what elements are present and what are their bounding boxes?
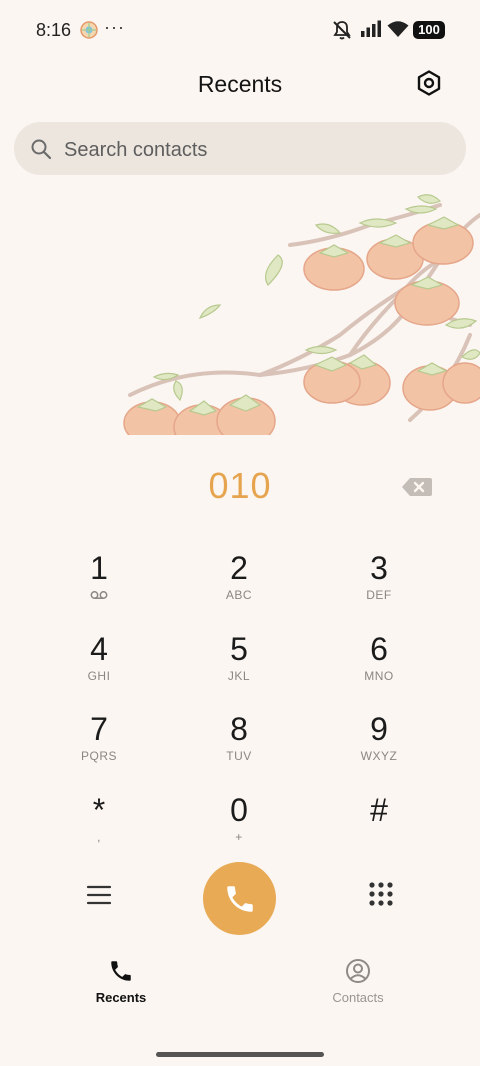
key-7[interactable]: 7 PQRS (34, 707, 164, 781)
page-title: Recents (197, 71, 283, 97)
key-letters: JKL (227, 669, 251, 683)
search-icon (30, 138, 52, 160)
wifi-icon (387, 20, 409, 38)
person-icon (346, 959, 370, 983)
menu-button[interactable] (80, 876, 118, 914)
phone-icon (111, 961, 131, 981)
voicemail-icon (90, 591, 108, 599)
key-letters: MNO (364, 669, 394, 683)
key-8[interactable]: 8 TUV (174, 707, 304, 781)
tab-label: Contacts (332, 990, 384, 1005)
settings-button[interactable] (412, 66, 446, 100)
tab-recents[interactable]: Recents (51, 958, 191, 1018)
key-letters: , (97, 830, 101, 844)
key-letters: WXYZ (360, 749, 398, 763)
key-9[interactable]: 9 WXYZ (314, 707, 444, 781)
home-indicator[interactable] (156, 1052, 324, 1057)
persimmon-branch-illustration (110, 185, 480, 450)
key-digit: # (370, 792, 388, 828)
key-digit: 0 (230, 792, 248, 828)
signal-icon (360, 20, 382, 38)
key-letters: ABC (225, 588, 253, 602)
key-5[interactable]: 5 JKL (174, 627, 304, 701)
dialpad-toggle-button[interactable] (362, 876, 400, 914)
key-1[interactable]: 1 (34, 546, 164, 620)
key-digit: 9 (370, 711, 388, 747)
settings-icon (417, 70, 441, 96)
key-3[interactable]: 3 DEF (314, 546, 444, 620)
call-button[interactable] (203, 862, 276, 935)
key-2[interactable]: 2 ABC (174, 546, 304, 620)
key-digit: 8 (230, 711, 248, 747)
tab-contacts[interactable]: Contacts (288, 958, 428, 1018)
key-hash[interactable]: # (314, 788, 444, 862)
key-digit: 2 (230, 550, 248, 586)
key-star[interactable]: * , (34, 788, 164, 862)
key-digit: 7 (90, 711, 108, 747)
status-time: 8:16 (36, 20, 72, 40)
tab-label: Recents (95, 990, 147, 1005)
menu-icon (86, 885, 112, 905)
key-letters: TUV (226, 749, 252, 763)
app-notification-icon (80, 21, 98, 39)
backspace-icon (402, 478, 432, 496)
key-letters: GHI (87, 669, 111, 683)
key-digit: 4 (90, 631, 108, 667)
more-notifications-icon: ··· (104, 17, 125, 37)
key-digit: * (92, 792, 106, 828)
key-6[interactable]: 6 MNO (314, 627, 444, 701)
key-digit: 5 (230, 631, 248, 667)
key-letters: + (235, 830, 243, 844)
battery-indicator: 100 (413, 21, 445, 39)
backspace-button[interactable] (400, 474, 434, 500)
key-letters: DEF (366, 588, 392, 602)
key-0[interactable]: 0 + (174, 788, 304, 862)
key-digit: 3 (370, 550, 388, 586)
phone-icon (226, 885, 253, 912)
key-4[interactable]: 4 GHI (34, 627, 164, 701)
search-input[interactable] (62, 134, 446, 166)
dialpad-icon (369, 882, 393, 906)
key-letters: PQRS (80, 749, 117, 763)
key-digit: 1 (90, 550, 108, 586)
mute-icon (331, 19, 353, 41)
key-digit: 6 (370, 631, 388, 667)
